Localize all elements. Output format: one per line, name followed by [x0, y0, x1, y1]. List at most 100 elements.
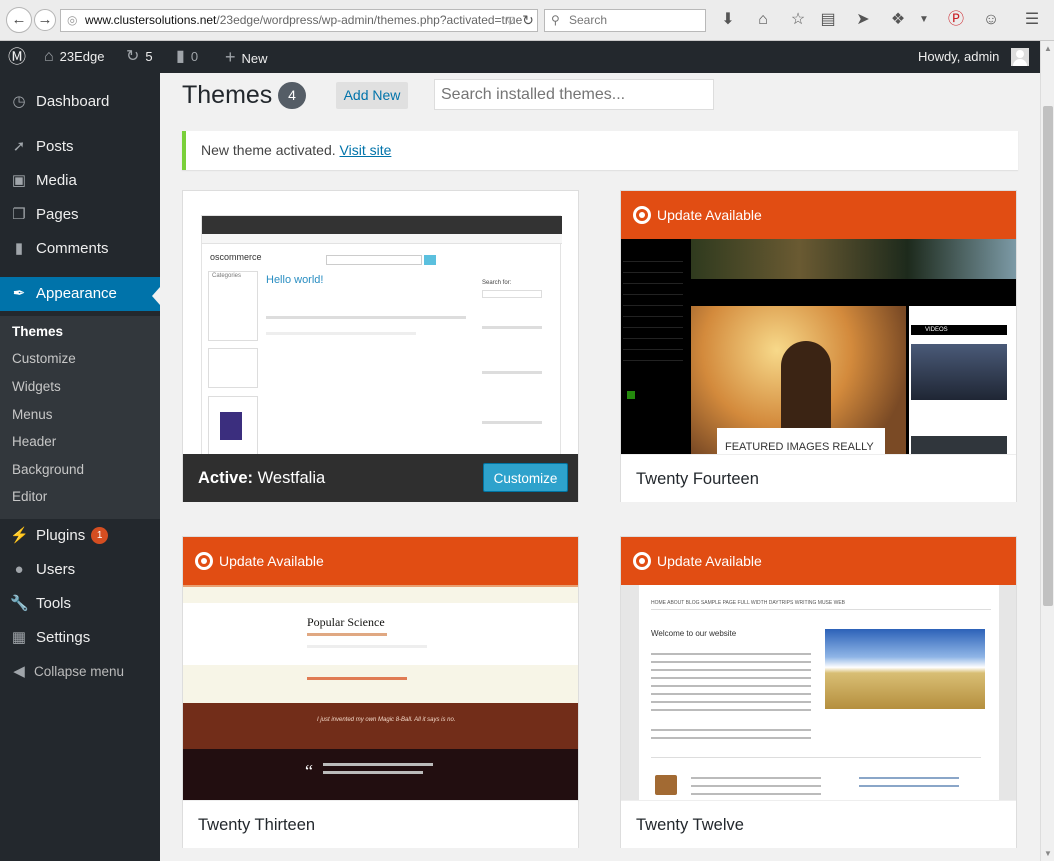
theme-name: Twenty Thirteen	[198, 816, 316, 834]
sidebar-item-label: Tools	[36, 595, 72, 612]
search-themes-input[interactable]	[434, 79, 714, 110]
new-content-link[interactable]: + New	[225, 41, 268, 73]
browser-search-placeholder: Search	[569, 13, 608, 27]
visit-site-link[interactable]: Visit site	[340, 142, 392, 158]
comment-icon: ▮	[14, 240, 24, 257]
sidebar-item-appearance[interactable]: ✒ Appearance	[0, 277, 160, 311]
theme-name-bar: Active: Westfalia Customize	[183, 454, 578, 502]
howdy-text: Howdy, admin	[918, 49, 1000, 64]
update-available-banner[interactable]: Update Available	[621, 537, 1016, 585]
update-text: Update Available	[657, 553, 762, 569]
dashboard-icon: ◷	[12, 93, 26, 110]
notice-text: New theme activated.	[201, 142, 336, 158]
submenu-customize[interactable]: Customize	[12, 351, 76, 366]
sidebar-item-label: Plugins	[36, 527, 86, 544]
theme-card-westfalia[interactable]: oscommerce Categories Hello world! Searc…	[182, 190, 579, 502]
preview-title: Popular Science	[307, 615, 385, 629]
browser-search-input[interactable]: ⚲ Search	[544, 9, 706, 32]
media-icon: ▣	[11, 172, 27, 189]
sidebar-item-posts[interactable]: ➚ Posts	[0, 130, 160, 164]
sidebar-item-dashboard[interactable]: ◷ Dashboard	[0, 85, 160, 119]
chevron-down-icon[interactable]: ▼	[914, 10, 934, 30]
plug-icon: ⚡	[10, 527, 29, 544]
browser-toolbar: ← → ◎ www.clustersolutions.net/23edge/wo…	[0, 0, 1054, 41]
sidebar-item-label: Settings	[36, 629, 91, 646]
user-icon: ●	[14, 561, 24, 578]
update-available-banner[interactable]: Update Available	[183, 537, 578, 585]
sidebar-item-tools[interactable]: 🔧 Tools	[0, 587, 160, 621]
site-name-link[interactable]: ⌂ 23Edge	[44, 41, 105, 73]
submenu-header[interactable]: Header	[12, 434, 56, 449]
menu-icon[interactable]: ☰	[1022, 10, 1042, 30]
url-host: www.clustersolutions.net	[85, 13, 217, 27]
sidebar-item-label: Comments	[36, 240, 109, 257]
customize-button[interactable]: Customize	[483, 463, 568, 492]
address-bar[interactable]: ◎ www.clustersolutions.net/23edge/wordpr…	[60, 9, 538, 32]
preview-subtitle: I just invented my own Magic 8-Ball. All…	[317, 717, 456, 723]
sidebar-item-comments[interactable]: ▮ Comments	[0, 232, 160, 266]
updates-link[interactable]: ↻ 5	[126, 41, 153, 73]
theme-name-bar: Twenty Thirteen	[183, 800, 578, 848]
sidebar-item-settings[interactable]: ▦ Settings	[0, 621, 160, 655]
smiley-icon[interactable]: ☺	[981, 10, 1001, 30]
sidebar-item-media[interactable]: ▣ Media	[0, 164, 160, 198]
settings-icon: ▦	[11, 629, 27, 646]
preview-nav: HOME ABOUT BLOG SAMPLE PAGE FULL WIDTH D…	[651, 600, 846, 606]
active-label: Active:	[198, 469, 254, 487]
theme-count-badge: 4	[278, 82, 306, 109]
submenu-editor[interactable]: Editor	[12, 489, 47, 504]
submenu-menus[interactable]: Menus	[12, 407, 53, 422]
scroll-down-icon[interactable]: ▼	[1044, 849, 1052, 858]
update-available-banner[interactable]: Update Available	[621, 191, 1016, 239]
submenu-themes[interactable]: Themes	[12, 324, 63, 339]
submenu-background[interactable]: Background	[12, 462, 84, 477]
collapse-menu-button[interactable]: ◀ Collapse menu	[0, 655, 160, 689]
theme-card-twenty-fourteen[interactable]: FEATURED IMAGES REALLY VIDEOS Update Ava…	[620, 190, 1017, 502]
admin-sidebar: ◷ Dashboard ➚ Posts ▣ Media ❐ Pages ▮ Comment…	[0, 73, 160, 861]
theme-name-bar: Twenty Fourteen	[621, 454, 1016, 502]
update-text: Update Available	[219, 553, 324, 569]
preview-headline: FEATURED IMAGES REALLY	[725, 441, 874, 453]
theme-name-bar: Twenty Twelve	[621, 800, 1016, 848]
reload-icon[interactable]: ↻	[518, 10, 538, 30]
download-icon[interactable]: ⬇	[718, 10, 738, 30]
avatar[interactable]	[1011, 48, 1029, 66]
reading-list-icon[interactable]: ▤	[818, 10, 838, 30]
page-scrollbar[interactable]: ▲ ▼	[1040, 41, 1054, 861]
scroll-up-icon[interactable]: ▲	[1044, 44, 1052, 53]
admin-bar: Ⓜ ⌂ 23Edge ↻ 5 ▮ 0 + New Howdy, admin	[0, 41, 1040, 73]
updates-icon: ↻	[126, 48, 140, 65]
preview-categories: Categories	[212, 273, 242, 279]
sidebar-item-users[interactable]: ● Users	[0, 553, 160, 587]
update-icon	[633, 552, 651, 570]
plugins-update-badge: 1	[91, 527, 109, 544]
sidebar-item-pages[interactable]: ❐ Pages	[0, 198, 160, 232]
submenu-widgets[interactable]: Widgets	[12, 379, 61, 394]
sidebar-item-label: Media	[36, 172, 77, 189]
add-new-button[interactable]: Add New	[336, 82, 408, 109]
collapse-label: Collapse menu	[34, 664, 125, 679]
preview-videos: VIDEOS	[925, 327, 948, 333]
comment-icon: ▮	[176, 48, 185, 65]
account-link[interactable]: Howdy, admin	[918, 41, 999, 73]
back-icon[interactable]: ←	[6, 7, 32, 33]
preview-post-title: Hello world!	[266, 274, 324, 286]
pinterest-icon[interactable]: Ⓟ	[946, 10, 966, 30]
scrollbar-thumb[interactable]	[1043, 106, 1053, 606]
theme-screenshot[interactable]: oscommerce Categories Hello world! Searc…	[183, 191, 578, 454]
send-icon[interactable]: ➤	[853, 10, 873, 30]
preview-search-for: Search for:	[482, 280, 512, 286]
theme-card-twenty-twelve[interactable]: HOME ABOUT BLOG SAMPLE PAGE FULL WIDTH D…	[620, 536, 1017, 848]
home-icon[interactable]: ⌂	[753, 10, 773, 30]
comments-link[interactable]: ▮ 0	[176, 41, 198, 73]
extension-icon[interactable]: ❖	[888, 10, 908, 30]
site-name: 23Edge	[59, 49, 105, 64]
sidebar-item-plugins[interactable]: ⚡ Plugins 1	[0, 519, 160, 553]
wordpress-logo-icon[interactable]: Ⓜ	[8, 41, 26, 73]
theme-card-twenty-thirteen[interactable]: Popular Science I just invented my own M…	[182, 536, 579, 848]
bookmark-star-icon[interactable]: ☆	[788, 10, 808, 30]
theme-activated-notice: New theme activated. Visit site	[182, 131, 1018, 170]
forward-icon[interactable]: →	[34, 9, 56, 31]
search-icon: ⚲	[551, 13, 560, 27]
dropdown-arrow-icon[interactable]: ▽	[500, 11, 520, 31]
